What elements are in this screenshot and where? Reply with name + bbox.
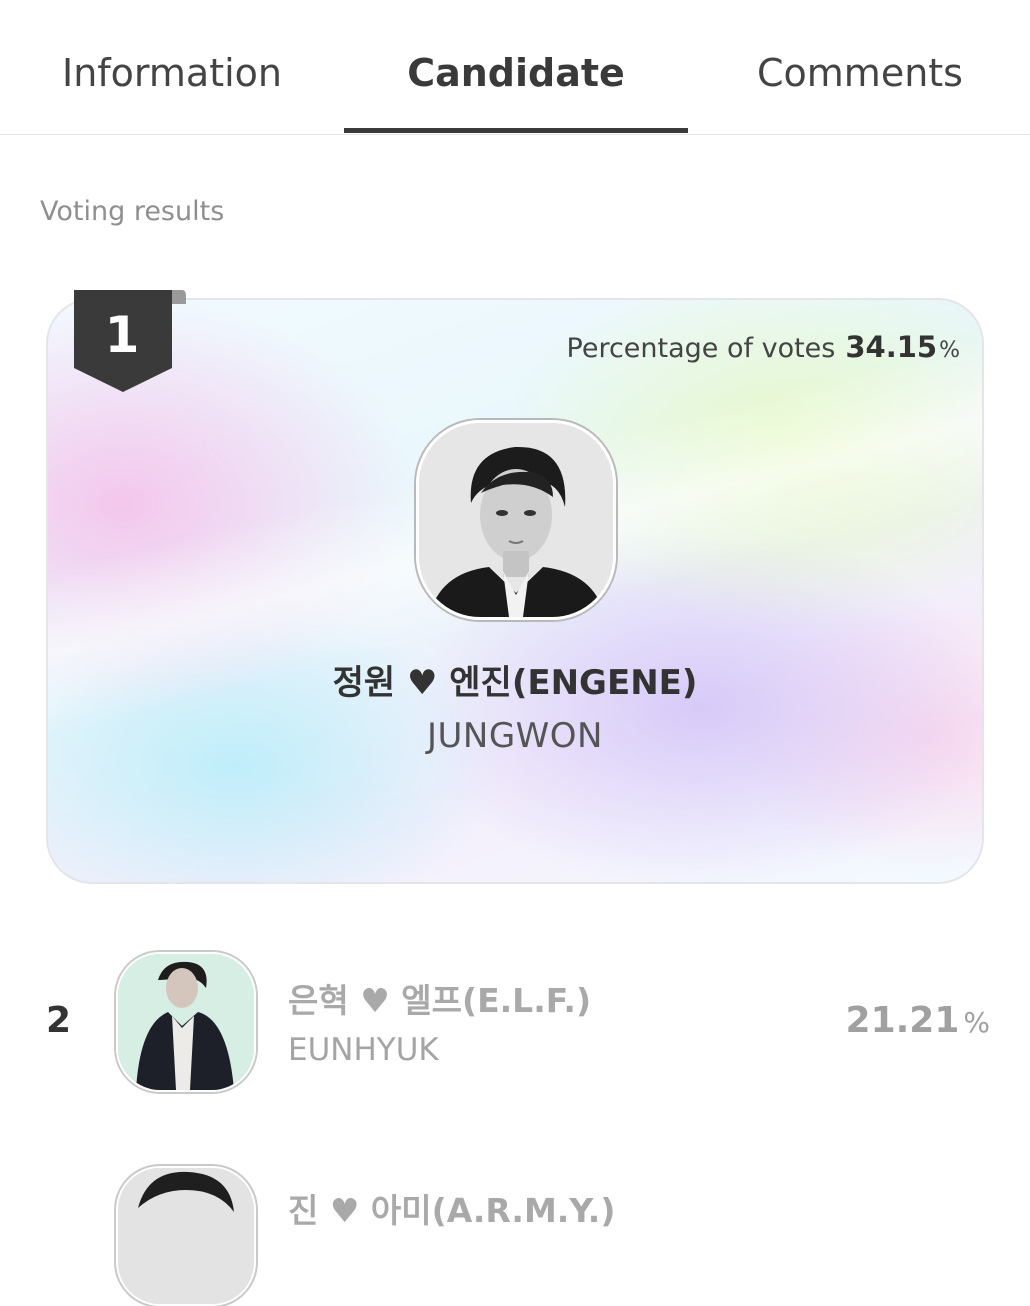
- percentage-value: 21.21: [845, 1000, 960, 1041]
- candidate-name: EUNHYUK: [288, 1032, 439, 1068]
- percentage-value: 34.15: [845, 330, 938, 364]
- tab-information[interactable]: Information: [0, 0, 344, 134]
- portrait-photo-icon: [118, 954, 254, 1090]
- candidate-avatar[interactable]: [116, 952, 256, 1092]
- candidate-percentage: 21.21%: [846, 1000, 990, 1041]
- percentage-unit: %: [963, 1006, 990, 1039]
- winner-percentage: Percentage of votes 34.15%: [567, 330, 960, 364]
- portrait-photo-icon: [419, 423, 613, 617]
- percentage-unit: %: [939, 338, 960, 363]
- active-tab-indicator: [344, 128, 688, 133]
- tab-bar: Information Candidate Comments: [0, 0, 1030, 135]
- winner-title: 정원 ♥ 엔진(ENGENE): [332, 663, 698, 703]
- tab-candidate[interactable]: Candidate: [344, 0, 688, 134]
- winner-avatar[interactable]: [416, 420, 616, 620]
- percentage-label: Percentage of votes: [566, 333, 836, 364]
- candidate-title: 은혁 ♥ 엘프(E.L.F.): [288, 981, 592, 1020]
- section-label: Voting results: [40, 196, 225, 227]
- portrait-photo-icon: [118, 1168, 254, 1304]
- tab-comments[interactable]: Comments: [688, 0, 1030, 134]
- candidate-title: 진 ♥ 아미(A.R.M.Y.): [288, 1191, 616, 1230]
- candidate-rank: 2: [46, 1000, 72, 1041]
- candidate-avatar[interactable]: [116, 1166, 256, 1306]
- winner-rank: 1: [104, 306, 140, 364]
- winner-name: JUNGWON: [426, 716, 603, 756]
